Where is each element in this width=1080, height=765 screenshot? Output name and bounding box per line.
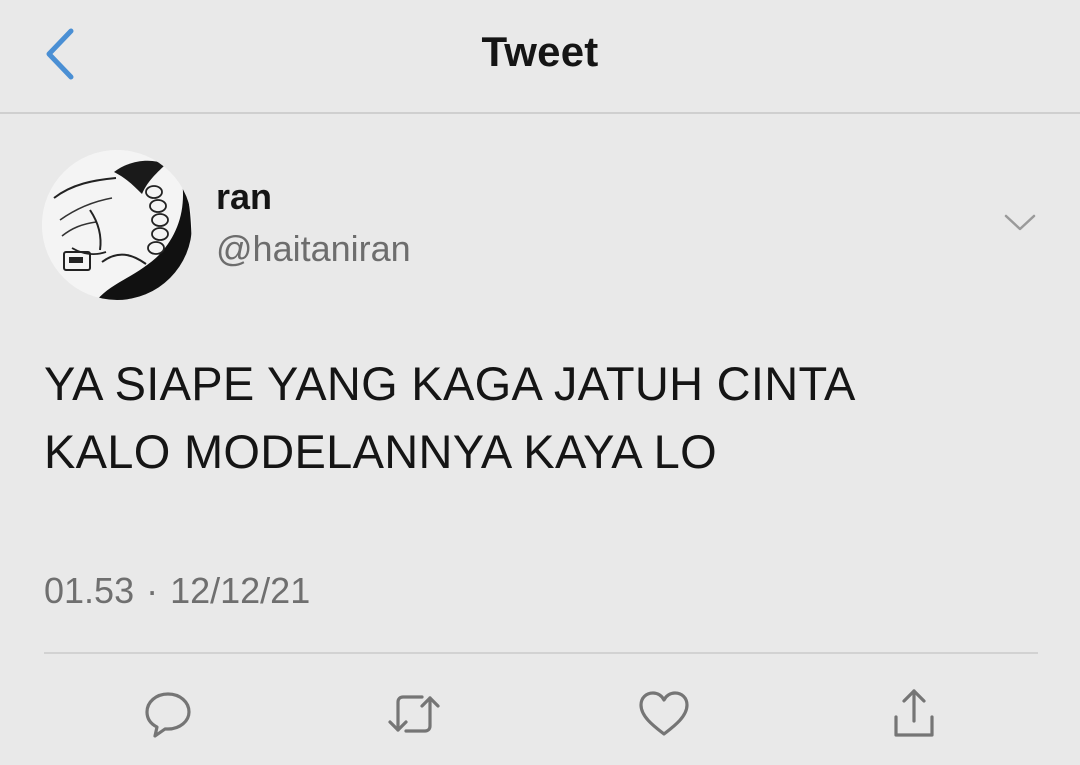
- retweet-icon: [388, 695, 440, 733]
- author-handle[interactable]: @haitaniran: [216, 228, 411, 270]
- tweet-text: YA SIAPE YANG KAGA JATUH CINTA KALO MODE…: [44, 357, 856, 478]
- tweet-date: 12/12/21: [170, 570, 311, 611]
- tweet-detail-screen: Tweet ran @haitaniran YA SIAPE YANG KAGA…: [0, 0, 1080, 765]
- like-button[interactable]: [634, 684, 694, 744]
- avatar-illustration: [42, 150, 192, 300]
- timestamp-separator: ·: [146, 570, 159, 611]
- retweet-button[interactable]: [384, 684, 444, 744]
- more-options-button[interactable]: [1000, 208, 1040, 238]
- chevron-down-icon: [1004, 214, 1036, 231]
- tweet-timestamp: 01.53 · 12/12/21: [44, 570, 310, 612]
- share-icon: [894, 689, 934, 737]
- avatar[interactable]: [42, 150, 192, 300]
- divider: [44, 652, 1038, 654]
- reply-button[interactable]: [138, 684, 198, 744]
- share-button[interactable]: [884, 684, 944, 744]
- page-title: Tweet: [481, 28, 599, 75]
- top-navigation-bar: Tweet: [0, 0, 1080, 114]
- tweet-time: 01.53: [44, 570, 135, 611]
- comment-icon: [145, 692, 191, 738]
- author-display-name[interactable]: ran: [216, 176, 272, 218]
- heart-icon: [639, 691, 689, 736]
